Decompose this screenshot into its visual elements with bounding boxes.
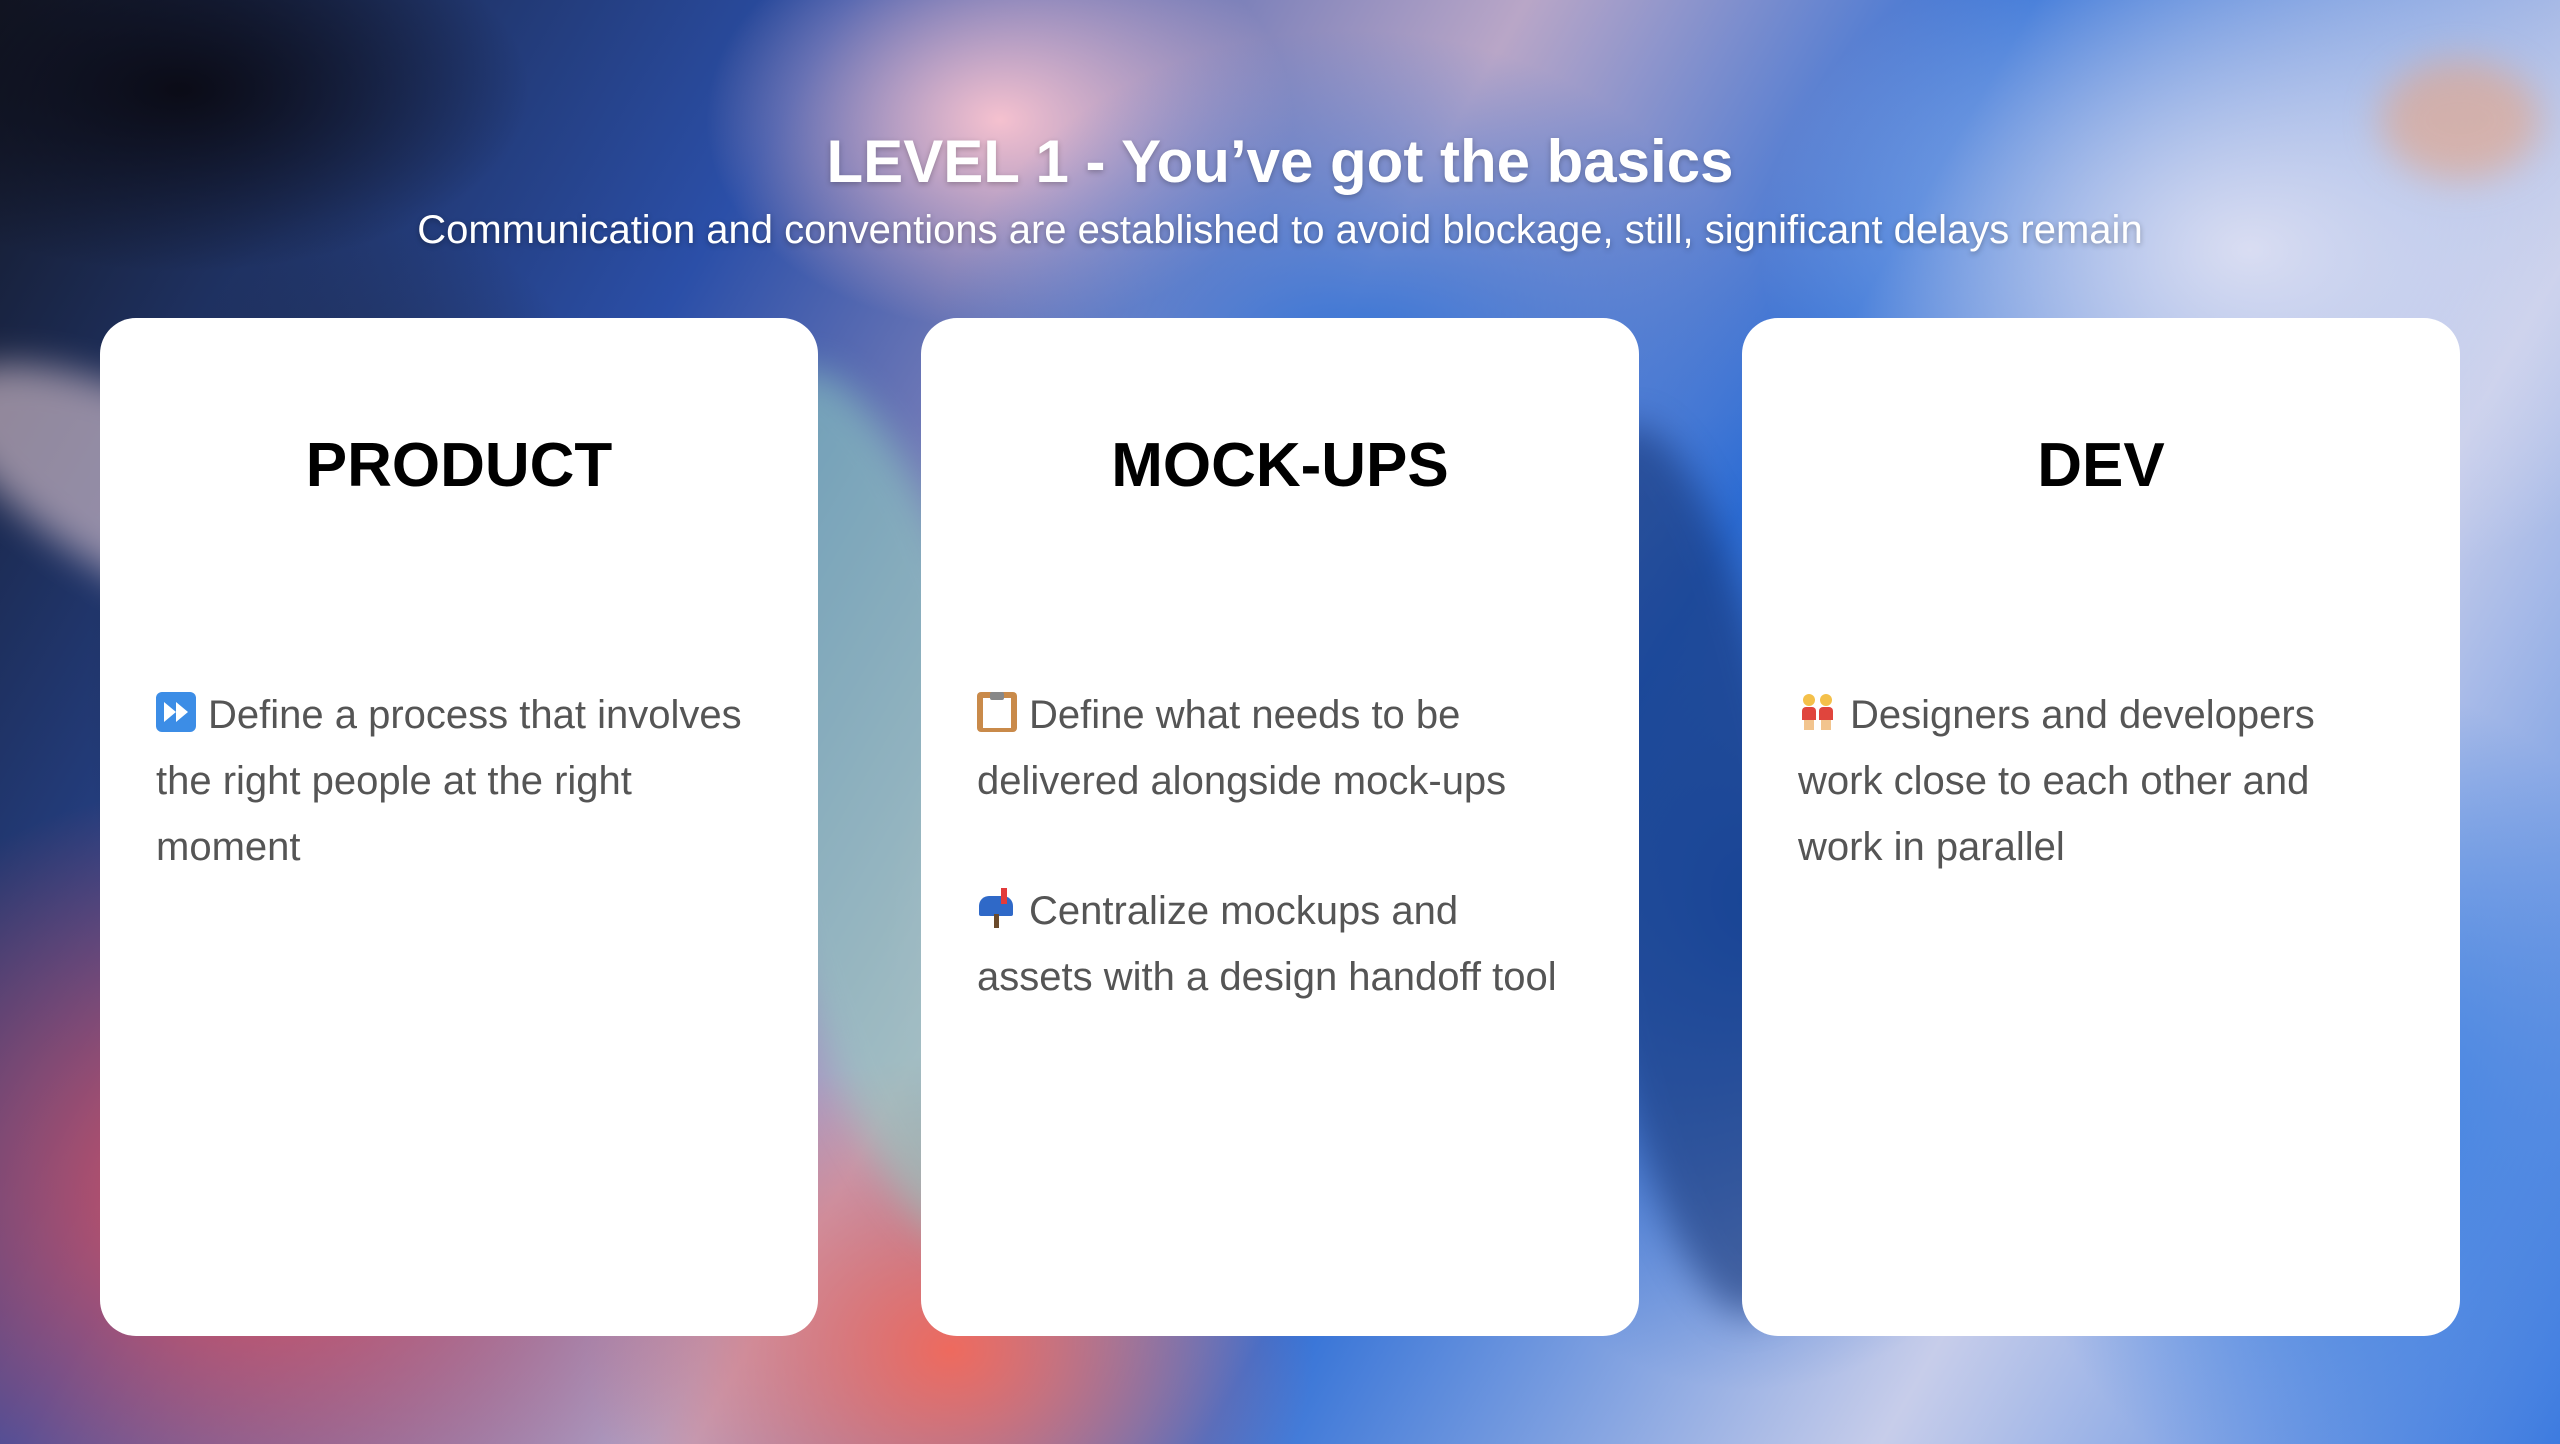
list-item: Designers and developers work close to e… — [1798, 682, 2404, 880]
card-title: PRODUCT — [305, 431, 613, 500]
card-title: MOCK-UPS — [1111, 431, 1449, 500]
card-body: Designers and developers work close to e… — [1798, 682, 2404, 880]
mockups-card: MOCK-UPS Define what needs to be deliver… — [921, 318, 1639, 1336]
card-title: DEV — [2037, 431, 2165, 500]
card-body: Define what needs to be delivered alongs… — [977, 682, 1583, 1010]
slide-header: LEVEL 1 - You’ve got the basics Communic… — [0, 126, 2560, 256]
dev-card: DEV Designers and developers work close … — [1742, 318, 2460, 1336]
list-item-text: Define what needs to be delivered alongs… — [977, 693, 1507, 803]
list-item: Define a process that involves the right… — [156, 682, 762, 880]
list-item-text: Define a process that involves the right… — [156, 693, 742, 869]
mailbox-icon — [977, 888, 1017, 928]
list-item-text: Designers and developers work close to e… — [1798, 693, 2315, 869]
card-body: Define a process that involves the right… — [156, 682, 762, 880]
list-item: Centralize mockups and assets with a des… — [977, 878, 1583, 1010]
slide: LEVEL 1 - You’ve got the basics Communic… — [0, 0, 2560, 1444]
list-item-text: Centralize mockups and assets with a des… — [977, 889, 1557, 999]
product-card: PRODUCT Define a process that involves t… — [100, 318, 818, 1336]
fast-forward-icon — [156, 692, 196, 732]
slide-subtitle: Communication and conventions are establ… — [417, 208, 2143, 252]
clipboard-icon — [977, 692, 1017, 732]
list-item: Define what needs to be delivered alongs… — [977, 682, 1583, 814]
slide-title: LEVEL 1 - You’ve got the basics — [826, 128, 1734, 195]
two-people-icon — [1798, 692, 1838, 732]
